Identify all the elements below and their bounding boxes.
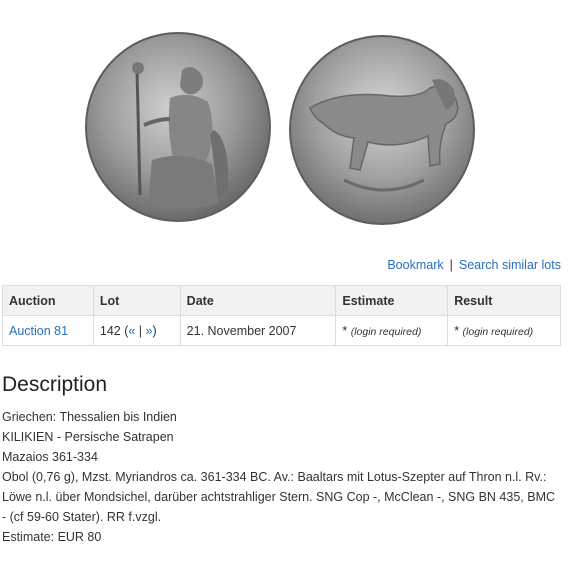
table-header-row: Auction Lot Date Estimate Result [2, 285, 561, 316]
search-similar-lots-link[interactable]: Search similar lots [459, 258, 561, 272]
header-date: Date [179, 285, 337, 316]
header-lot: Lot [92, 285, 181, 316]
bookmark-link[interactable]: Bookmark [387, 258, 443, 272]
coin-image [82, 30, 480, 226]
cell-estimate: * (login required) [335, 315, 449, 346]
description-line-region: KILIKIEN - Persische Satrapen [2, 430, 174, 444]
header-auction: Auction [2, 285, 94, 316]
actions-separator: | [449, 258, 453, 272]
cell-auction: Auction 81 [2, 315, 94, 346]
description-line-details: Obol (0,76 g), Mzst. Myriandros ca. 361-… [2, 470, 556, 524]
description-body: Griechen: Thessalien bis Indien KILIKIEN… [2, 407, 562, 547]
cell-date: 21. November 2007 [179, 315, 337, 346]
table-row: Auction 81 142 (« | ») 21. November 2007… [2, 315, 561, 346]
description-line-estimate: Estimate: EUR 80 [2, 530, 102, 544]
cell-lot: 142 (« | ») [92, 315, 181, 346]
result-star: * [454, 323, 463, 338]
result-login-note: (login required) [462, 325, 534, 338]
reverse-coin [289, 35, 475, 225]
description-line-ruler: Mazaios 361-334 [2, 450, 98, 464]
description-heading: Description [2, 373, 108, 396]
lot-close-paren: ) [152, 323, 157, 338]
cell-result: * (login required) [447, 315, 561, 346]
description-line-category: Griechen: Thessalien bis Indien [2, 410, 177, 424]
header-result: Result [447, 285, 561, 316]
lot-number: 142 ( [99, 323, 129, 338]
obverse-coin [85, 32, 271, 222]
lot-actions: Bookmark | Search similar lots [387, 258, 561, 272]
estimate-login-note: (login required) [350, 325, 422, 338]
auction-link[interactable]: Auction 81 [9, 324, 68, 338]
lot-nav-separator: | [135, 323, 146, 338]
header-estimate: Estimate [335, 285, 449, 316]
auction-table: Auction Lot Date Estimate Result Auction… [2, 285, 561, 346]
estimate-star: * [342, 323, 351, 338]
